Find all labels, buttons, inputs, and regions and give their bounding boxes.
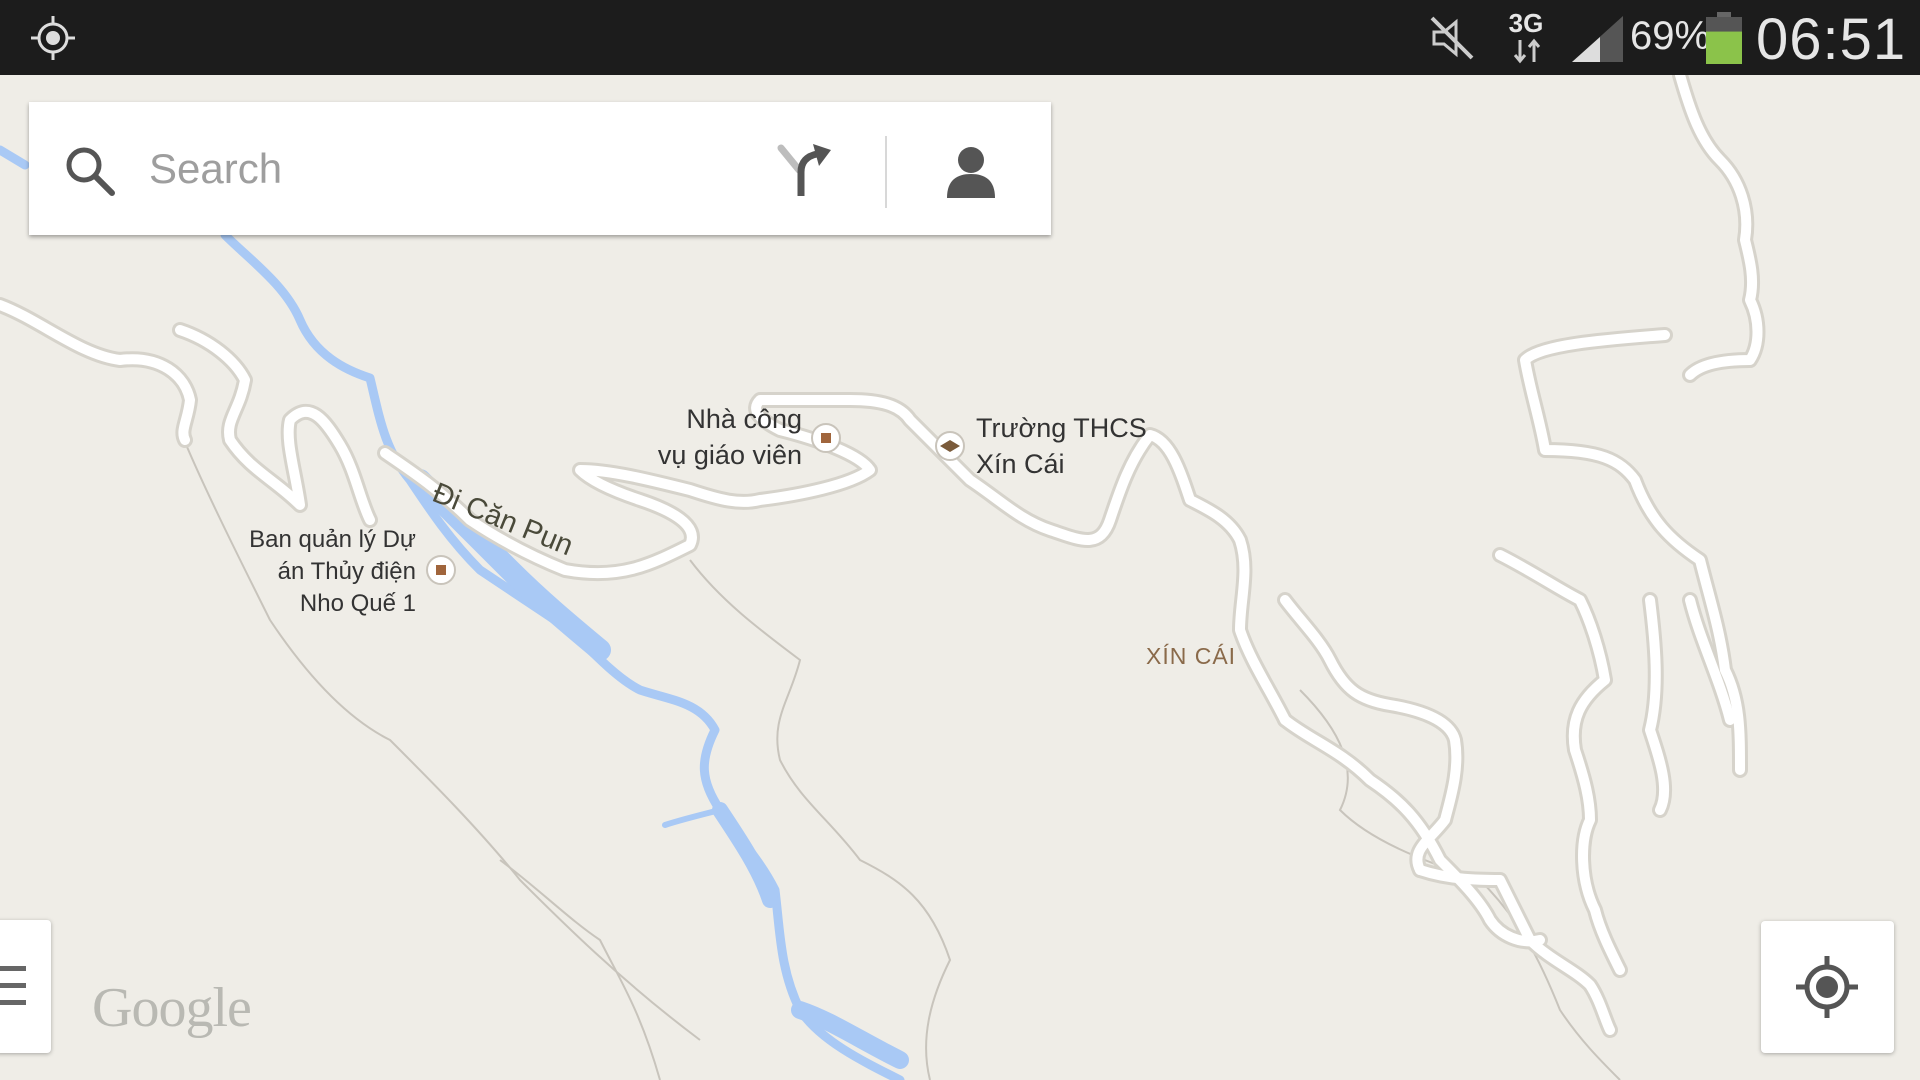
clock: 06:51 <box>1756 7 1907 72</box>
search-bar <box>29 102 1051 235</box>
poi-label-truong-thcs[interactable]: Trường THCS Xín Cái <box>976 410 1147 482</box>
signal-icon <box>1572 16 1623 62</box>
my-location-button[interactable] <box>1761 921 1894 1053</box>
poi-label-ban-quan-ly[interactable]: Ban quản lý Dự án Thủy điện Nho Quế 1 <box>212 524 416 620</box>
poi-label-line: Nho Quế 1 <box>299 590 416 617</box>
search-input[interactable] <box>147 138 711 200</box>
network-type: 3G <box>1508 8 1544 38</box>
my-location-icon <box>1796 956 1858 1018</box>
poi-label-line: Ban quản lý Dự <box>249 526 416 553</box>
directions-icon[interactable] <box>775 140 835 200</box>
poi-label-line: Nhà công <box>686 404 802 434</box>
account-icon[interactable] <box>941 142 1001 202</box>
search-divider <box>885 136 887 208</box>
poi-label-line: án Thủy điện <box>277 558 416 585</box>
battery-icon <box>1706 12 1742 64</box>
poi-label-line: Xín Cái <box>976 449 1065 479</box>
poi-label-line: Trường THCS <box>976 413 1147 443</box>
battery-percent: 69% <box>1630 14 1711 58</box>
search-icon[interactable] <box>62 143 118 199</box>
google-attribution: Google <box>92 977 252 1039</box>
location-icon <box>31 16 75 60</box>
menu-button[interactable] <box>0 920 51 1053</box>
mute-icon <box>1430 16 1474 60</box>
data-3g-icon: 3G <box>1502 8 1550 66</box>
poi-label-nha-cong-vu[interactable]: Nhà công vụ giáo viên <box>640 401 802 473</box>
menu-icon <box>0 966 26 1005</box>
poi-label-line: vụ giáo viên <box>657 440 802 470</box>
area-label-xin-cai: XÍN CÁI <box>1146 643 1237 669</box>
status-bar: 3G 69% 06:51 <box>0 0 1920 75</box>
